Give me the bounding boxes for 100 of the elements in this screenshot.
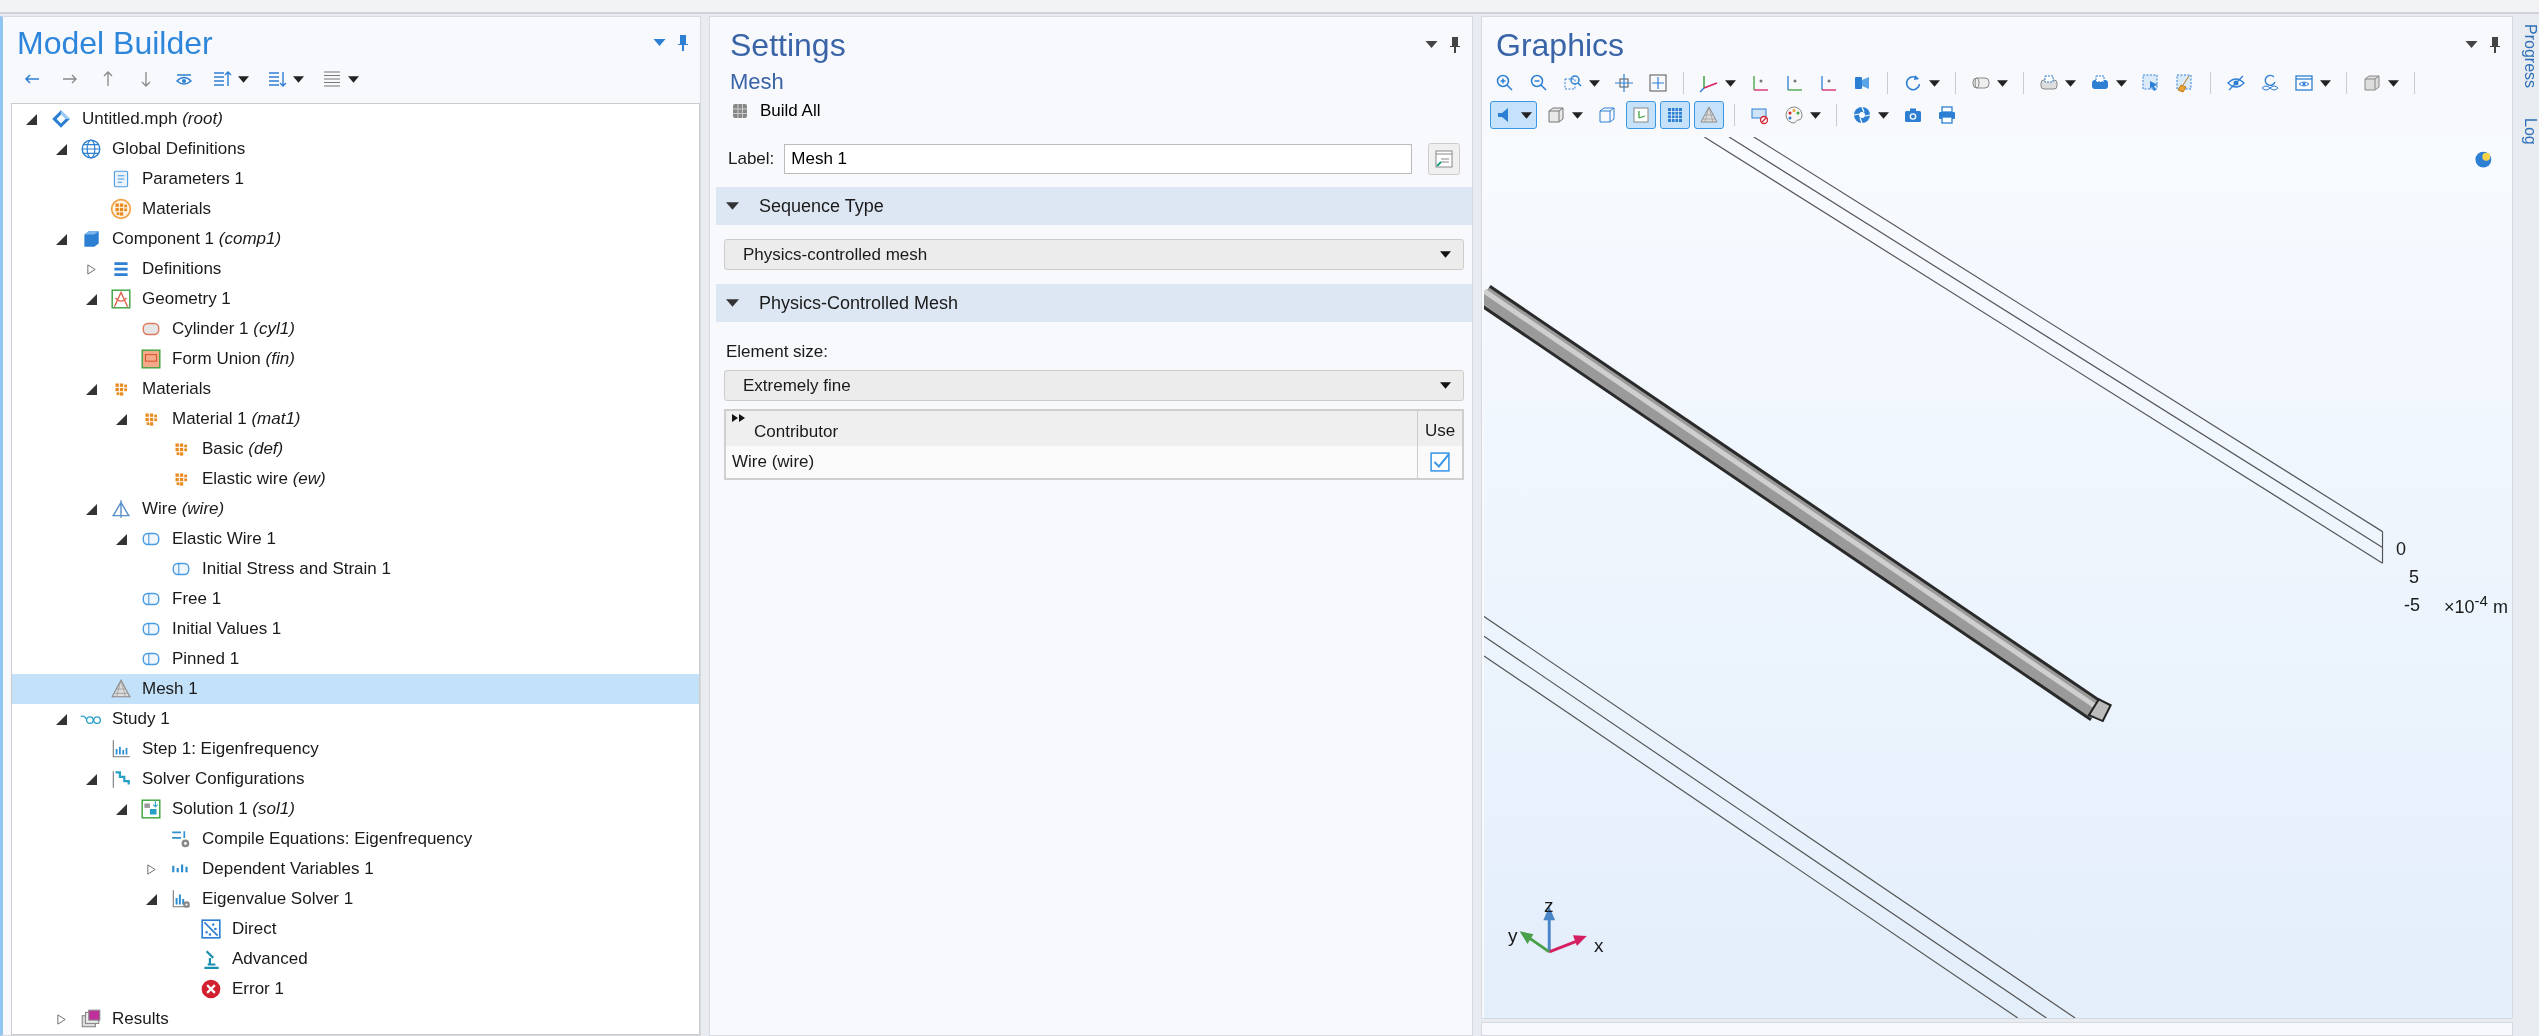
tree-item[interactable]: Eigenvalue Solver 1 <box>12 884 699 914</box>
tree-item[interactable]: Untitled.mph (root) <box>12 104 699 134</box>
mesh-toggle-button[interactable] <box>1694 101 1724 129</box>
collapse-arrow-icon[interactable] <box>116 413 127 425</box>
compile-icon <box>170 828 192 850</box>
plane-axes-icon <box>1750 73 1770 93</box>
crosshair-icon <box>1614 73 1634 93</box>
caret-icon <box>2116 79 2127 87</box>
geometry-icon <box>110 288 132 310</box>
tree-item[interactable]: Initial Values 1 <box>12 614 699 644</box>
wireframe-box-icon <box>1597 105 1617 125</box>
solver-icon <box>110 768 132 790</box>
caret-icon <box>1440 382 1451 389</box>
materials-icon <box>110 198 132 220</box>
build-all-button[interactable]: Build All <box>716 97 837 125</box>
axis-label: y <box>1508 925 1518 947</box>
node-title: Mesh <box>729 68 785 96</box>
side-tab[interactable]: Log <box>2521 118 2539 145</box>
tree-item[interactable]: Definitions <box>12 254 699 284</box>
pin-icon[interactable] <box>2490 37 2500 53</box>
axis-toggle-button[interactable] <box>1626 101 1656 129</box>
tree-item[interactable]: Materials <box>12 194 699 224</box>
tree-item[interactable]: Mesh 1 <box>12 674 699 704</box>
error-icon <box>200 978 222 1000</box>
expand-arrow-icon[interactable] <box>86 263 97 275</box>
box-icon <box>1546 105 1566 125</box>
caret-icon[interactable] <box>653 39 666 47</box>
tree-item[interactable]: Pinned 1 <box>12 644 699 674</box>
section-header[interactable]: Sequence Type <box>716 187 1472 225</box>
tree-item[interactable]: Materials <box>12 374 699 404</box>
axis-label: z <box>1544 895 1554 917</box>
collapse-arrow-icon[interactable] <box>86 293 97 305</box>
tree-item[interactable]: Solution 1 (sol1) <box>12 794 699 824</box>
collapse-arrow-icon[interactable] <box>56 233 67 245</box>
collapse-arrow-icon[interactable] <box>56 713 67 725</box>
bar-chart-icon <box>110 738 132 760</box>
tree-item[interactable]: Error 1 <box>12 974 699 1004</box>
tree-item[interactable]: Component 1 (comp1) <box>12 224 699 254</box>
section-header[interactable]: Physics-Controlled Mesh <box>716 284 1472 322</box>
expand-arrow-icon[interactable] <box>56 1013 67 1025</box>
caret-icon[interactable] <box>2465 41 2478 49</box>
mesh-icon <box>1699 105 1719 125</box>
tree-item[interactable]: Dependent Variables 1 <box>12 854 699 884</box>
tree-item[interactable]: Initial Stress and Strain 1 <box>12 554 699 584</box>
reset-icon <box>2260 73 2280 93</box>
grid-icon <box>1665 105 1685 125</box>
scale-unit: ×10$^{-4}$ m <box>2444 592 2508 618</box>
tree-item[interactable]: Elastic Wire 1 <box>12 524 699 554</box>
collapse-arrow-icon[interactable] <box>86 773 97 785</box>
caret-icon <box>1725 79 1736 87</box>
pin-icon[interactable] <box>678 35 688 51</box>
hide-icon <box>2226 73 2246 93</box>
collapse-arrow-icon[interactable] <box>146 893 157 905</box>
tree-item[interactable]: Global Definitions <box>12 134 699 164</box>
collapse-arrow-icon[interactable] <box>56 143 67 155</box>
tree-item[interactable]: Geometry 1 <box>12 284 699 314</box>
list-down-icon <box>267 69 287 89</box>
collapse-arrow-icon[interactable] <box>86 503 97 515</box>
printer-icon <box>1937 105 1957 125</box>
tree-item[interactable]: Free 1 <box>12 584 699 614</box>
broom-icon <box>2175 73 2195 93</box>
side-tab[interactable]: Progress <box>2521 24 2539 89</box>
tree-item[interactable]: Cylinder 1 (cyl1) <box>12 314 699 344</box>
collapse-arrow-icon[interactable] <box>116 803 127 815</box>
collapse-arrow-icon[interactable] <box>116 533 127 545</box>
label-input-field[interactable]: Mesh 1 <box>784 144 1412 174</box>
checkbox[interactable] <box>1430 452 1450 472</box>
box-select-icon <box>2141 73 2161 93</box>
pin-icon[interactable] <box>1450 37 1460 53</box>
tree-item[interactable]: Parameters 1 <box>12 164 699 194</box>
collapse-arrow-icon[interactable] <box>86 383 97 395</box>
expand-arrow-icon[interactable] <box>146 863 157 875</box>
caret-icon <box>1810 111 1821 119</box>
zoom-in-icon <box>1495 73 1515 93</box>
grid-button[interactable] <box>1660 101 1690 129</box>
tree-item[interactable]: Study 1 <box>12 704 699 734</box>
rotate-icon <box>1903 73 1923 93</box>
tree-item[interactable]: Compile Equations: Eigenfrequency <box>12 824 699 854</box>
tree-item[interactable]: Solver Configurations <box>12 764 699 794</box>
collapse-arrow-icon[interactable] <box>26 113 37 125</box>
mesh-icon <box>110 678 132 700</box>
expand-icon[interactable] <box>732 414 746 422</box>
tree-item[interactable]: Step 1: Eigenfrequency <box>12 734 699 764</box>
plane-axes-icon <box>1818 73 1838 93</box>
light-button[interactable] <box>1490 101 1537 129</box>
tree-item[interactable]: Elastic wire (ew) <box>12 464 699 494</box>
dropdown[interactable]: Extremely fine <box>724 370 1464 401</box>
union-icon <box>140 348 162 370</box>
caret-icon <box>2320 79 2331 87</box>
caret-icon[interactable] <box>1425 41 1438 49</box>
tree-item[interactable]: Direct <box>12 914 699 944</box>
tree-item[interactable]: Results <box>12 1004 699 1034</box>
palette-icon <box>1784 105 1804 125</box>
orientation-icon[interactable] <box>2475 151 2492 168</box>
tree-item[interactable]: Advanced <box>12 944 699 974</box>
tree-item[interactable]: Wire (wire) <box>12 494 699 524</box>
dropdown[interactable]: Physics-controlled mesh <box>724 239 1464 270</box>
tree-item[interactable]: Material 1 (mat1) <box>12 404 699 434</box>
tree-item[interactable]: Form Union (fin) <box>12 344 699 374</box>
tree-item[interactable]: Basic (def) <box>12 434 699 464</box>
